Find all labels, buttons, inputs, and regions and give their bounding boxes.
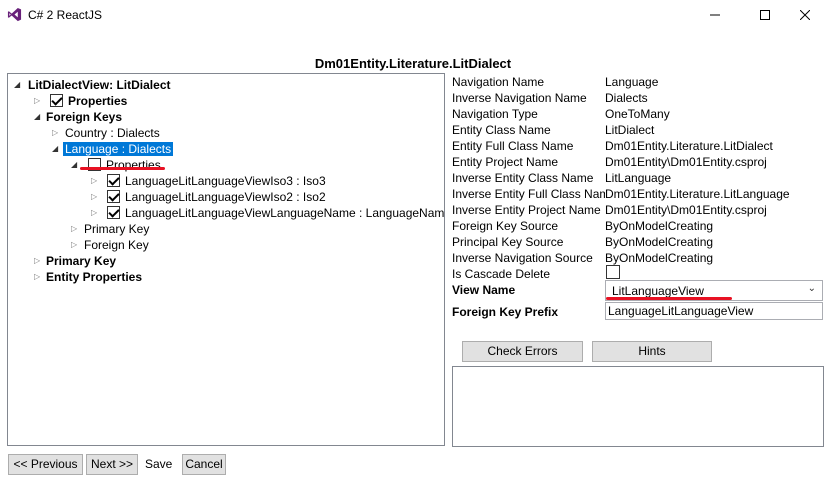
cascade-delete-checkbox[interactable] <box>606 265 620 279</box>
prop-label-view-name: View Name <box>452 283 516 297</box>
prop-label-fk-prefix: Foreign Key Prefix <box>452 305 559 319</box>
prop-label-inverse-entity-project-name: Inverse Entity Project Name <box>452 203 601 217</box>
cancel-button[interactable]: Cancel <box>182 454 226 475</box>
prop-label-cascade-delete: Is Cascade Delete <box>452 267 551 281</box>
prop-label-entity-class-name: Entity Class Name <box>452 123 551 137</box>
red-underline-annotation <box>606 297 732 300</box>
expand-arrow-icon[interactable]: ▷ <box>34 253 44 269</box>
tree-node-properties[interactable]: Properties <box>68 93 127 109</box>
prop-label-inverse-navigation-name: Inverse Navigation Name <box>452 91 587 105</box>
tree-node-root[interactable]: LitDialectView: LitDialect <box>28 77 170 93</box>
expand-arrow-icon[interactable]: ▷ <box>71 237 81 253</box>
expand-arrow-open-icon[interactable]: ◢ <box>14 77 24 93</box>
tree-node-language-name[interactable]: LanguageLitLanguageViewLanguageName : La… <box>125 205 444 221</box>
title-bar: C# 2 ReactJS <box>0 0 826 30</box>
fk-prefix-input[interactable]: LanguageLitLanguageView <box>605 302 823 320</box>
expand-arrow-open-icon[interactable]: ◢ <box>52 141 62 157</box>
tree-node-entity-properties[interactable]: Entity Properties <box>46 269 142 285</box>
prop-value-inverse-entity-class-name: LitLanguage <box>605 171 672 185</box>
prop-label-foreign-key-source: Foreign Key Source <box>452 219 559 233</box>
prop-value-inverse-navigation-source: ByOnModelCreating <box>605 251 714 265</box>
tree-node-language-properties[interactable]: Properties <box>106 157 161 173</box>
previous-button[interactable]: << Previous <box>8 454 83 475</box>
check-errors-button[interactable]: Check Errors <box>462 341 583 362</box>
prop-label-entity-full-class-name: Entity Full Class Name <box>452 139 574 153</box>
prop-label-navigation-name: Navigation Name <box>452 75 545 89</box>
prop-label-navigation-type: Navigation Type <box>452 107 538 121</box>
chevron-down-icon: ⌄ <box>807 283 816 294</box>
output-textarea[interactable] <box>452 366 824 447</box>
tree-node-country[interactable]: Country : Dialects <box>65 125 160 141</box>
close-icon <box>800 10 810 20</box>
prop-value-entity-project-name: Dm01Entity\Dm01Entity.csproj <box>605 155 767 169</box>
prop-value-foreign-key-source: ByOnModelCreating <box>605 219 714 233</box>
window-title: C# 2 ReactJS <box>28 8 103 22</box>
prop-value-entity-full-class-name: Dm01Entity.Literature.LitDialect <box>605 139 773 153</box>
iso2-checkbox[interactable] <box>107 190 120 203</box>
maximize-icon <box>760 10 770 20</box>
selected-item-label: Language : Dialects <box>63 142 174 156</box>
close-button[interactable] <box>782 0 826 30</box>
expand-arrow-icon[interactable]: ▷ <box>91 189 101 205</box>
prop-label-entity-project-name: Entity Project Name <box>452 155 559 169</box>
expand-arrow-open-icon[interactable]: ◢ <box>71 157 81 173</box>
prop-value-navigation-type: OneToMany <box>605 107 670 121</box>
expand-arrow-icon[interactable]: ▷ <box>91 205 101 221</box>
expand-arrow-icon[interactable]: ▷ <box>34 269 44 285</box>
prop-label-inverse-navigation-source: Inverse Navigation Source <box>452 251 593 265</box>
language-name-checkbox[interactable] <box>107 206 120 219</box>
fk-prefix-value: LanguageLitLanguageView <box>608 304 754 318</box>
tree-node-iso2[interactable]: LanguageLitLanguageViewIso2 : Iso2 <box>125 189 326 205</box>
tree-node-primary-key[interactable]: Primary Key <box>46 253 116 269</box>
tree-node-language-primary-key[interactable]: Primary Key <box>84 221 149 237</box>
prop-label-principal-key-source: Principal Key Source <box>452 235 564 249</box>
visual-studio-icon <box>7 7 22 22</box>
tree-node-foreign-keys[interactable]: Foreign Keys <box>46 109 122 125</box>
prop-label-inverse-entity-class-name: Inverse Entity Class Name <box>452 171 594 185</box>
prop-value-inverse-entity-full-class-name: Dm01Entity.Literature.LitLanguage <box>605 187 790 201</box>
next-button[interactable]: Next >> <box>86 454 138 475</box>
minimize-icon <box>710 14 720 16</box>
tree-node-language-foreign-key[interactable]: Foreign Key <box>84 237 149 253</box>
tree-view[interactable]: ◢ LitDialectView: LitDialect ▷ Propertie… <box>7 73 445 446</box>
prop-label-inverse-entity-full-class-name: Inverse Entity Full Class Name <box>452 187 605 201</box>
prop-value-entity-class-name: LitDialect <box>605 123 655 137</box>
tree-node-iso3[interactable]: LanguageLitLanguageViewIso3 : Iso3 <box>125 173 326 189</box>
prop-value-navigation-name: Language <box>605 75 659 89</box>
expand-arrow-icon[interactable]: ▷ <box>91 173 101 189</box>
minimize-button[interactable] <box>692 0 738 30</box>
prop-value-inverse-entity-project-name: Dm01Entity\Dm01Entity.csproj <box>605 203 767 217</box>
expand-arrow-open-icon[interactable]: ◢ <box>34 109 44 125</box>
iso3-checkbox[interactable] <box>107 174 120 187</box>
save-button[interactable]: Save <box>145 457 172 471</box>
page-title: Dm01Entity.Literature.LitDialect <box>314 56 512 71</box>
expand-arrow-icon[interactable]: ▷ <box>71 221 81 237</box>
prop-value-principal-key-source: ByOnModelCreating <box>605 235 714 249</box>
hints-button[interactable]: Hints <box>592 341 712 362</box>
prop-value-inverse-navigation-name: Dialects <box>605 91 648 105</box>
tree-node-language[interactable]: Language : Dialects <box>63 141 174 157</box>
expand-arrow-icon[interactable]: ▷ <box>52 125 62 141</box>
expand-arrow-icon[interactable]: ▷ <box>34 93 44 109</box>
properties-checkbox[interactable] <box>50 94 63 107</box>
red-underline-annotation <box>80 167 165 170</box>
view-name-value: LitLanguageView <box>612 284 704 298</box>
